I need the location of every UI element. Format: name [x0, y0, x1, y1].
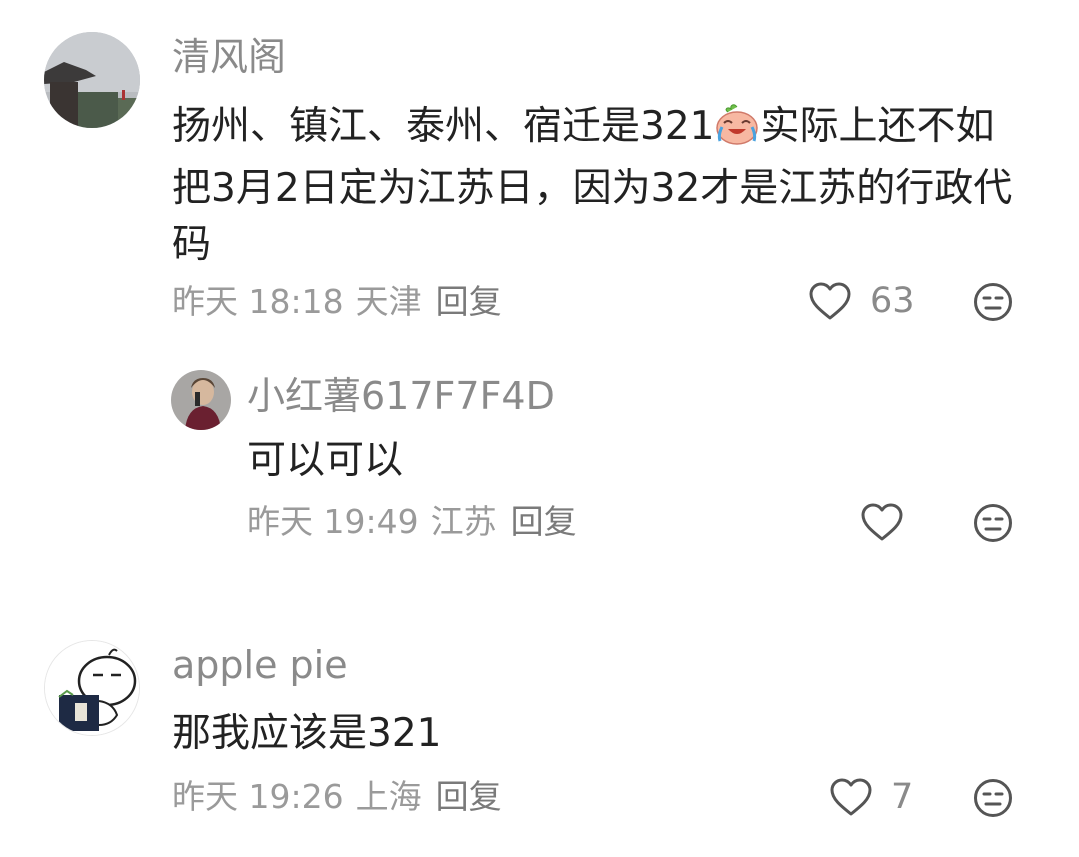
comment-3-username[interactable]: apple pie — [172, 641, 348, 689]
heart-icon — [829, 777, 873, 817]
comment-1-like-button[interactable]: 63 — [808, 281, 915, 321]
comment-1-text: 扬州、镇江、泰州、宿迁是321 实际上还不如把3月2日定为江苏日，因为32才是江… — [172, 99, 1022, 273]
neutral-face-icon — [973, 504, 1013, 547]
comment-3-location: 上海 — [355, 777, 422, 816]
heart-icon — [860, 502, 904, 542]
crying-laughing-peach-emoji-icon — [714, 103, 760, 161]
comment-1-dislike-button[interactable] — [973, 282, 1013, 326]
avatar-cartoon-reader[interactable] — [44, 640, 140, 736]
comment-2-reply: 小红薯617F7F4D 可以可以 昨天 19:49 江苏 回复 — [0, 340, 1079, 580]
comment-2-username[interactable]: 小红薯617F7F4D — [247, 372, 555, 420]
comment-2-time: 昨天 19:49 — [247, 502, 419, 541]
neutral-face-icon — [973, 283, 1013, 326]
heart-icon — [808, 281, 852, 321]
comment-1-time: 昨天 18:18 — [172, 282, 344, 321]
comment-1-reply-button[interactable]: 回复 — [436, 282, 502, 321]
comment-2-location: 江苏 — [430, 502, 497, 541]
comment-1-like-count: 63 — [870, 281, 915, 321]
comment-1: 清风阁 扬州、镇江、泰州、宿迁是321 实际上还不如把3月2日定为江苏日，因为3… — [0, 0, 1079, 340]
comment-2-dislike-button[interactable] — [973, 503, 1013, 547]
comment-3: apple pie 那我应该是321 昨天 19:26 上海 回复 7 — [0, 620, 1079, 857]
avatar-pavilion[interactable] — [44, 32, 140, 128]
comment-1-meta: 昨天 18:18 天津 回复 — [172, 282, 502, 322]
comment-3-reply-button[interactable]: 回复 — [436, 777, 502, 816]
comment-2-like-button[interactable] — [860, 502, 904, 542]
comment-3-like-count: 7 — [891, 777, 914, 817]
comment-3-like-button[interactable]: 7 — [829, 777, 913, 817]
comment-1-username[interactable]: 清风阁 — [172, 33, 286, 81]
avatar-person-phone[interactable] — [171, 370, 231, 430]
comment-3-time: 昨天 19:26 — [172, 777, 344, 816]
comment-3-meta: 昨天 19:26 上海 回复 — [172, 777, 502, 817]
comment-2-reply-button[interactable]: 回复 — [511, 502, 577, 541]
neutral-face-icon — [973, 779, 1013, 822]
comment-3-text: 那我应该是321 — [172, 711, 442, 756]
comment-2-text: 可以可以 — [247, 438, 404, 483]
comment-1-location: 天津 — [355, 282, 422, 321]
comment-2-meta: 昨天 19:49 江苏 回复 — [247, 502, 577, 542]
comment-1-text-part1: 扬州、镇江、泰州、宿迁是321 — [172, 104, 715, 149]
comment-3-dislike-button[interactable] — [973, 778, 1013, 822]
